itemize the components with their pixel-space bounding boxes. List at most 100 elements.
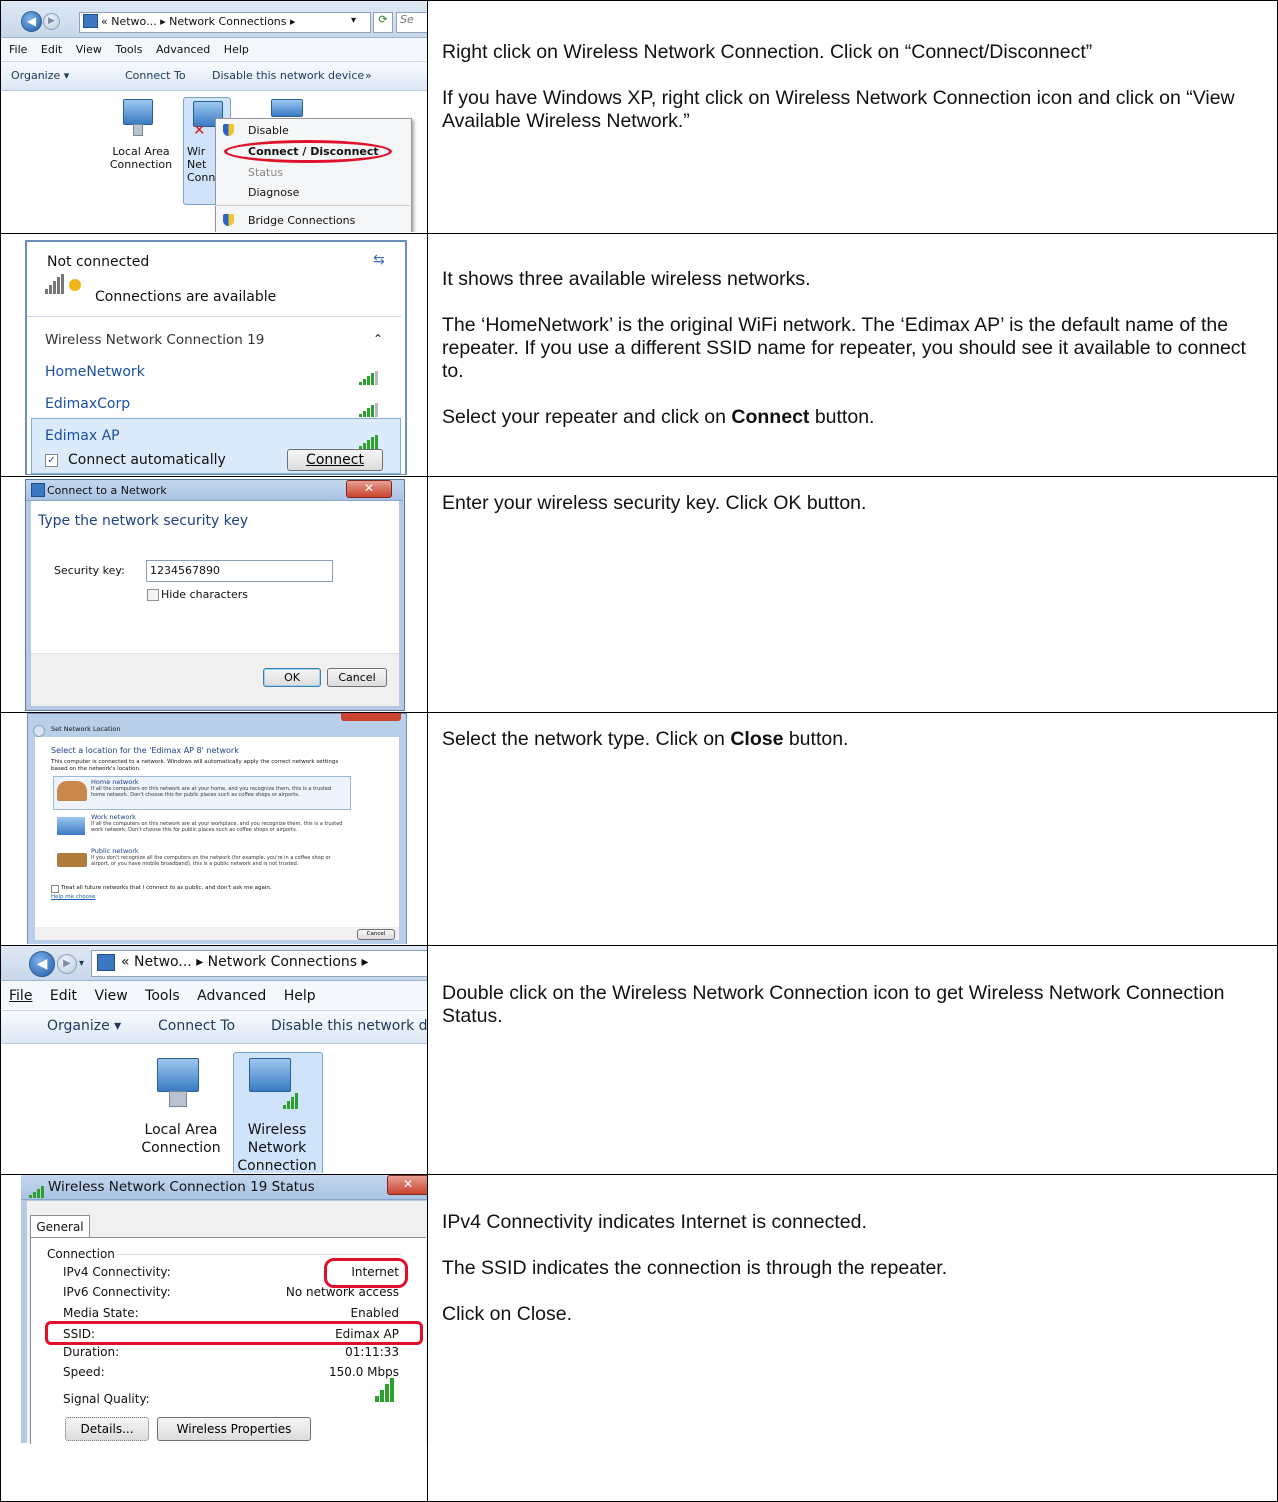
dropdown-arrow-icon[interactable]: ▾: [351, 15, 356, 26]
bench-icon: [57, 853, 87, 867]
highlight-ring-ssid: [45, 1321, 423, 1345]
search-input[interactable]: Se: [396, 12, 427, 33]
back-arrow-icon[interactable]: ◀: [21, 11, 42, 32]
cancel-button[interactable]: Cancel: [327, 668, 387, 687]
wireless-properties-button[interactable]: Wireless Properties: [157, 1417, 311, 1441]
breadcrumb-network-connections[interactable]: Network Connections: [208, 954, 357, 970]
collapse-chevron-icon[interactable]: ⌃: [373, 332, 383, 346]
ok-button[interactable]: OK: [263, 668, 321, 687]
breadcrumb: « Netwo... ▸ Network Connections ▸: [121, 954, 369, 970]
breadcrumb-chevron: «: [101, 15, 108, 28]
recent-pages-dropdown-icon[interactable]: ▾: [79, 958, 84, 969]
breadcrumb-network[interactable]: Netwo...: [134, 954, 192, 970]
menu-file[interactable]: File: [9, 988, 32, 1004]
dialog-heading: Type the network security key: [38, 513, 249, 529]
work-network-title[interactable]: Work network: [91, 813, 136, 821]
network-folder-icon: [97, 954, 115, 971]
search-placeholder: Se: [400, 13, 414, 26]
network-homenetwork[interactable]: HomeNetwork: [45, 364, 145, 380]
hide-characters-checkbox[interactable]: [147, 589, 159, 601]
menu-file[interactable]: File: [9, 43, 27, 56]
table-row: Not connected ⇆ Connections are availabl…: [0, 233, 1278, 477]
menu-help[interactable]: Help: [284, 988, 316, 1004]
network-edimax-ap[interactable]: Edimax AP: [45, 428, 120, 444]
refresh-icon[interactable]: ⟳: [373, 12, 393, 33]
instruction-paragraph: The SSID indicates the connection is thr…: [442, 1257, 948, 1279]
shield-icon: [223, 124, 234, 136]
menu-view[interactable]: View: [94, 988, 127, 1004]
close-icon[interactable]: ✕: [346, 480, 392, 498]
security-key-label: Security key:: [54, 564, 125, 577]
connect-to-button[interactable]: Connect To: [125, 69, 186, 82]
menu-edit[interactable]: Edit: [41, 43, 62, 56]
menu-item-diagnose[interactable]: Diagnose: [248, 186, 299, 199]
menu-tools[interactable]: Tools: [115, 43, 142, 56]
connect-to-button[interactable]: Connect To: [158, 1018, 235, 1034]
menu-item-bridge-connections[interactable]: Bridge Connections: [248, 214, 355, 227]
details-button[interactable]: Details...: [65, 1417, 149, 1441]
organize-button[interactable]: Organize ▾: [47, 1018, 121, 1034]
ipv6-label: IPv6 Connectivity:: [63, 1285, 171, 1299]
signal-bars-icon: [359, 430, 379, 449]
cancel-button[interactable]: Cancel: [357, 929, 395, 940]
dialog-footer: [35, 927, 399, 940]
disable-device-button[interactable]: Disable this network device: [212, 69, 364, 82]
breadcrumb-network[interactable]: Netwo...: [111, 15, 156, 28]
network-icon: [31, 483, 45, 497]
explorer-screenshot-2: ◀ ▶ ▾ « Netwo... ▸ Network Connections ▸…: [1, 946, 427, 1173]
instruction-text-cell: Select the network type. Click on Close …: [427, 712, 1278, 946]
menu-edit[interactable]: Edit: [50, 988, 77, 1004]
menu-item-disable[interactable]: Disable: [248, 124, 289, 137]
menu-tools[interactable]: Tools: [145, 988, 180, 1004]
network-edimaxcorp[interactable]: EdimaxCorp: [45, 396, 130, 412]
lan-monitor-icon[interactable]: [157, 1058, 199, 1092]
status-dialog-screenshot: Wireless Network Connection 19 Status ✕ …: [1, 1175, 427, 1500]
screenshot-cell: Wireless Network Connection 19 Status ✕ …: [0, 1174, 428, 1502]
connect-automatically-checkbox[interactable]: ✓: [45, 454, 58, 467]
tab-general[interactable]: General: [30, 1215, 90, 1238]
table-row: ◀ ▶ ▾ « Netwo... ▸ Network Connections ▸…: [0, 945, 1278, 1175]
back-arrow-icon[interactable]: ◀: [29, 951, 55, 977]
screenshot-cell: ◀ ▶ « Netwo... ▸ Network Connections ▸ ▾…: [0, 0, 428, 234]
menu-view[interactable]: View: [76, 43, 102, 56]
forward-arrow-icon[interactable]: ▶: [57, 954, 77, 974]
refresh-icon[interactable]: ⇆: [373, 252, 385, 268]
dialog-title: Wireless Network Connection 19 Status: [48, 1179, 315, 1195]
wireless-connection-label[interactable]: Wireless Network Connection: [237, 1121, 317, 1173]
public-network-title[interactable]: Public network: [91, 847, 139, 855]
menu-advanced[interactable]: Advanced: [156, 43, 210, 56]
network-folder-icon: [83, 14, 98, 28]
lan-monitor-icon[interactable]: [123, 99, 153, 125]
instruction-paragraph: The ‘HomeNetwork’ is the original WiFi n…: [442, 314, 1246, 382]
menu-advanced[interactable]: Advanced: [197, 988, 266, 1004]
more-commands-button[interactable]: »: [365, 69, 372, 82]
menu-items: File Edit View Tools Advanced Help: [9, 43, 249, 56]
wireless-monitor-icon: [249, 1058, 291, 1092]
disconnected-x-icon: ✕: [193, 121, 206, 139]
table-row: Set Network Location Select a location f…: [0, 712, 1278, 946]
ipv4-label: IPv4 Connectivity:: [63, 1265, 171, 1279]
disable-device-button[interactable]: Disable this network d: [271, 1018, 427, 1034]
highlight-ring-ipv4: [324, 1258, 408, 1288]
connection-group-label: Connection: [47, 1247, 115, 1261]
lan-connection-label[interactable]: Local Area Connection: [133, 1121, 229, 1157]
instruction-paragraph: IPv4 Connectivity indicates Internet is …: [442, 1211, 867, 1233]
treat-public-checkbox[interactable]: [51, 885, 59, 893]
instruction-paragraph: It shows three available wireless networ…: [442, 268, 811, 290]
security-key-input[interactable]: 1234567890: [146, 560, 333, 582]
window-controls-icon[interactable]: [341, 713, 401, 721]
back-arrow-icon[interactable]: [33, 725, 45, 737]
lan-connection-label[interactable]: Local Area Connection: [101, 145, 181, 171]
forward-arrow-icon[interactable]: ▶: [43, 13, 60, 30]
third-connection-icon[interactable]: [271, 99, 303, 117]
breadcrumb-network-connections[interactable]: Network Connections: [169, 15, 286, 28]
connect-button[interactable]: Connect: [287, 449, 383, 471]
help-me-choose-link[interactable]: Help me choose: [51, 894, 95, 900]
instruction-bold: Close: [730, 728, 784, 750]
organize-button[interactable]: Organize ▾: [11, 69, 69, 82]
instruction-bold: Connect: [731, 406, 810, 428]
menu-item-status[interactable]: Status: [248, 166, 283, 179]
menu-help[interactable]: Help: [224, 43, 249, 56]
connect-automatically-label: Connect automatically: [68, 452, 226, 468]
close-icon[interactable]: ✕: [387, 1175, 427, 1195]
